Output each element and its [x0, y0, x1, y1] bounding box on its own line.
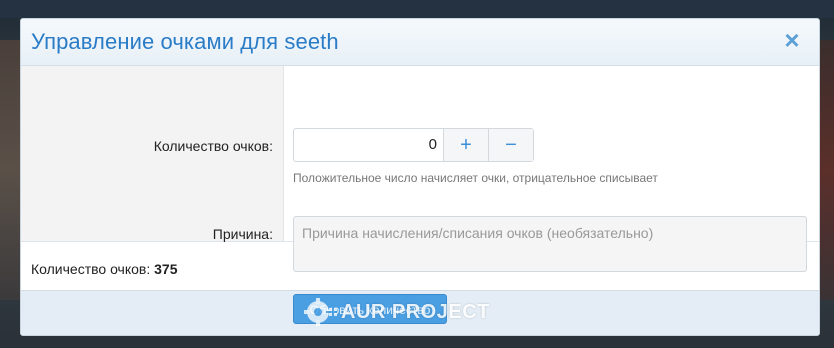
reason-label: Причина: — [212, 226, 273, 242]
points-input[interactable]: 0 — [294, 129, 444, 161]
decrement-button[interactable]: − — [488, 129, 533, 161]
backdrop-left-edge — [0, 40, 20, 300]
summary-label: Количество очков: — [31, 261, 151, 277]
backdrop-top-strip — [0, 0, 834, 18]
close-icon[interactable]: × — [781, 27, 803, 53]
modal-title: Управление очками для seeth — [31, 29, 339, 54]
update-points-button[interactable]: Обновить количество — [293, 294, 447, 324]
points-summary: Количество очков: 375 — [31, 261, 178, 277]
reason-textarea[interactable]: Причина начисления/списания очков (необя… — [293, 216, 807, 272]
increment-button[interactable]: + — [444, 129, 488, 161]
modal-header: Управление очками для seeth × — [21, 19, 819, 66]
modal-footer: Обновить количество AUR PROJECT — [21, 290, 819, 335]
summary-value: 375 — [154, 261, 178, 277]
points-modal: Управление очками для seeth × Количество… — [20, 18, 820, 336]
points-stepper: 0 + − — [293, 128, 534, 162]
points-hint: Положительное число начисляет очки, отри… — [293, 171, 658, 185]
form-body: Количество очков: 0 + − Положительное чи… — [21, 66, 819, 272]
points-label: Количество очков: — [153, 138, 273, 154]
